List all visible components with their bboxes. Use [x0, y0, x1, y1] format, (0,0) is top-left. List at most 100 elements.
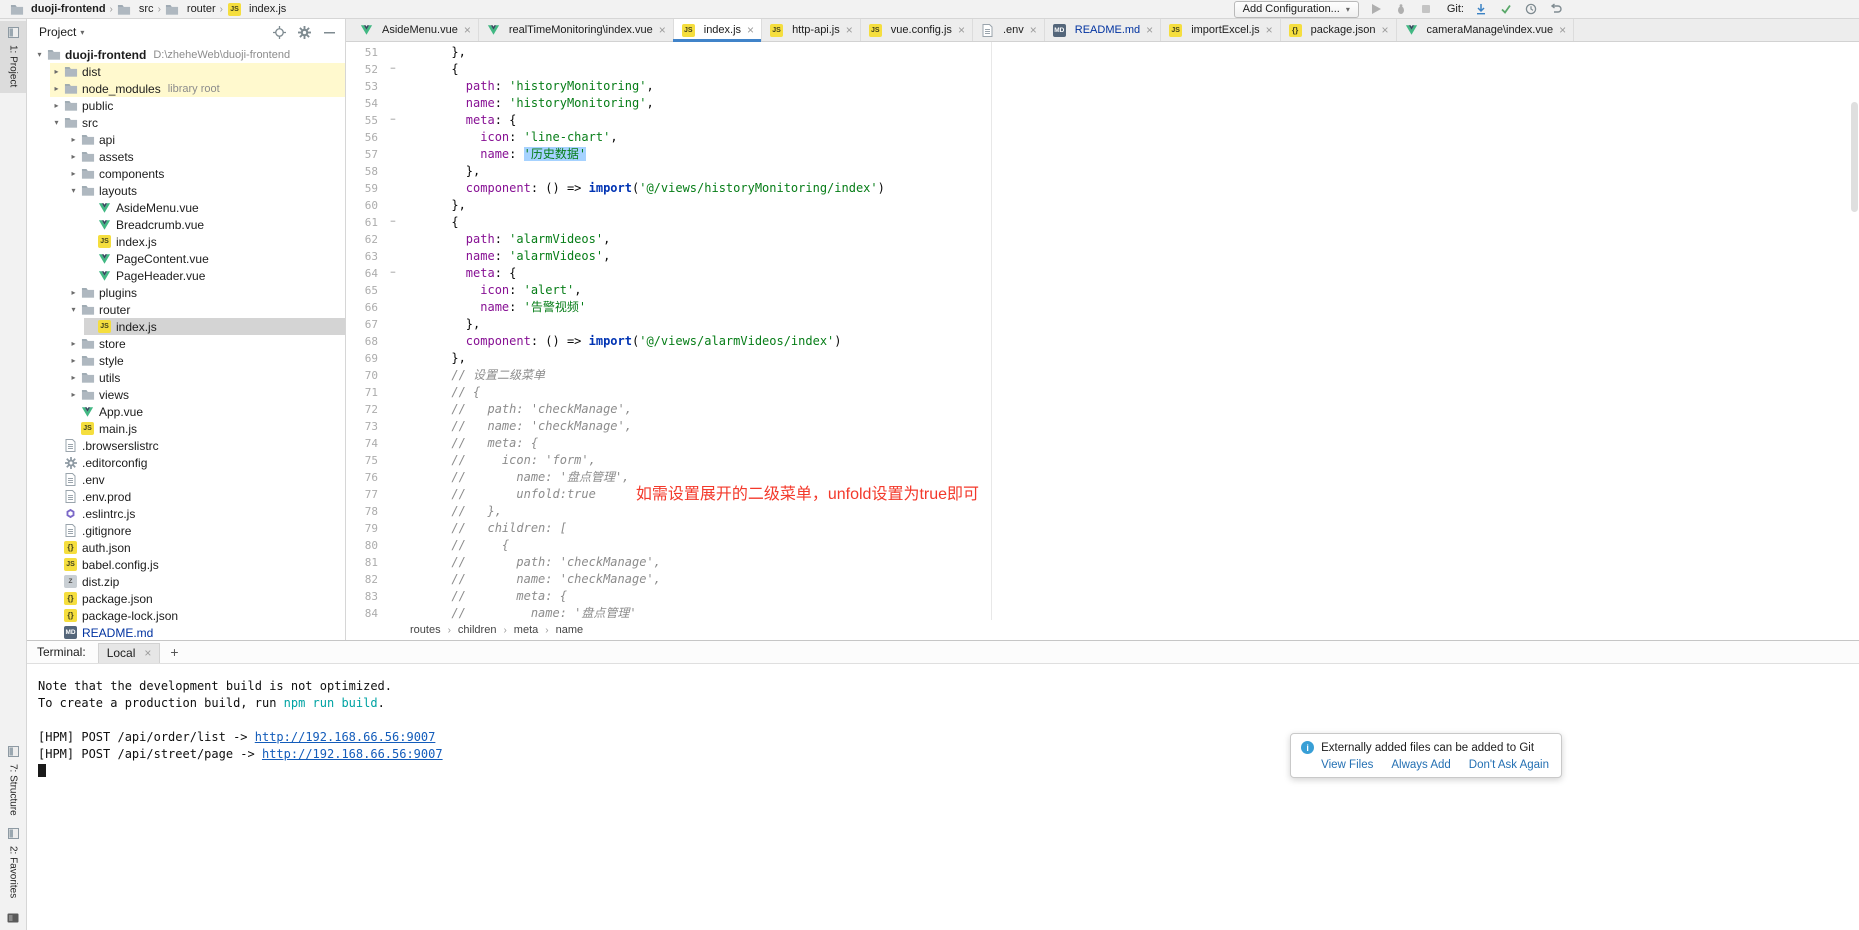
git-rollback-icon[interactable] — [1548, 1, 1564, 17]
editor-tab-realtimemonitoring-index-vue[interactable]: realTimeMonitoring\index.vue× — [479, 19, 674, 41]
tree-item-views[interactable]: ▸views — [27, 386, 345, 403]
chevron-right-icon[interactable]: ▸ — [67, 135, 80, 144]
editor-tab-asidemenu-vue[interactable]: AsideMenu.vue× — [352, 19, 479, 41]
tree-item-style[interactable]: ▸style — [27, 352, 345, 369]
git-update-icon[interactable] — [1473, 1, 1489, 17]
breadcrumb-item-index-js[interactable]: JSindex.js — [224, 2, 289, 16]
terminal-link[interactable]: http://192.168.66.56:9007 — [262, 747, 443, 761]
tree-item-babel-config-js[interactable]: JSbabel.config.js — [27, 556, 345, 573]
run-icon[interactable] — [1368, 1, 1384, 17]
tree-item-assets[interactable]: ▸assets — [27, 148, 345, 165]
notification-action-always-add[interactable]: Always Add — [1391, 759, 1450, 771]
chevron-down-icon[interactable]: ▾ — [67, 186, 80, 195]
tree-item-auth-json[interactable]: {}auth.json — [27, 539, 345, 556]
stop-icon[interactable] — [1418, 1, 1434, 17]
chevron-right-icon[interactable]: ▸ — [67, 390, 80, 399]
tree-item-index-js[interactable]: JSindex.js — [27, 233, 345, 250]
tree-item-pageheader-vue[interactable]: PageHeader.vue — [27, 267, 345, 284]
breadcrumb-item-meta[interactable]: meta — [514, 624, 538, 636]
tree-item-dist[interactable]: ▸dist — [27, 63, 345, 80]
chevron-right-icon[interactable]: ▸ — [50, 84, 63, 93]
tree-item-duoji-frontend[interactable]: ▾duoji-frontendD:\zheheWeb\duoji-fronten… — [27, 46, 345, 63]
hide-panel-icon[interactable] — [321, 24, 337, 40]
tree-item-index-js[interactable]: JSindex.js — [27, 318, 345, 335]
close-icon[interactable]: × — [846, 24, 853, 36]
editor-scrollbar[interactable] — [1851, 102, 1858, 212]
gear-icon[interactable] — [296, 24, 312, 40]
tree-item-eslintrc-js[interactable]: .eslintrc.js — [27, 505, 345, 522]
tree-item-env-prod[interactable]: .env.prod — [27, 488, 345, 505]
tree-item-main-js[interactable]: JSmain.js — [27, 420, 345, 437]
terminal-link[interactable]: http://192.168.66.56:9007 — [255, 730, 436, 744]
tree-item-plugins[interactable]: ▸plugins — [27, 284, 345, 301]
editor-tab-cameramanage-index-vue[interactable]: cameraManage\index.vue× — [1397, 19, 1575, 41]
tree-item-browserslistrc[interactable]: .browserslistrc — [27, 437, 345, 454]
editor-tab-vue-config-js[interactable]: JSvue.config.js× — [861, 19, 973, 41]
breadcrumb-item-router[interactable]: router — [162, 2, 219, 16]
fold-marker[interactable]: − — [378, 265, 408, 282]
tree-item-router[interactable]: ▾router — [27, 301, 345, 318]
chevron-right-icon[interactable]: ▸ — [50, 67, 63, 76]
tree-item-dist-zip[interactable]: Zdist.zip — [27, 573, 345, 590]
chevron-down-icon[interactable]: ▾ — [33, 50, 46, 59]
tree-item-editorconfig[interactable]: .editorconfig — [27, 454, 345, 471]
tree-item-public[interactable]: ▸public — [27, 97, 345, 114]
toolwindow-button-7-structure[interactable]: 7: Structure — [0, 740, 26, 822]
close-icon[interactable]: × — [747, 24, 754, 36]
breadcrumb-item-routes[interactable]: routes — [410, 624, 441, 636]
tree-item-package-lock-json[interactable]: {}package-lock.json — [27, 607, 345, 624]
tree-item-components[interactable]: ▸components — [27, 165, 345, 182]
add-configuration-button[interactable]: Add Configuration... ▾ — [1234, 1, 1359, 18]
chevron-right-icon[interactable]: ▸ — [67, 169, 80, 178]
chevron-down-icon[interactable]: ▾ — [80, 28, 84, 37]
tree-item-api[interactable]: ▸api — [27, 131, 345, 148]
notification-action-don-t-ask-again[interactable]: Don't Ask Again — [1469, 759, 1549, 771]
tree-item-gitignore[interactable]: .gitignore — [27, 522, 345, 539]
tree-item-app-vue[interactable]: App.vue — [27, 403, 345, 420]
tree-item-src[interactable]: ▾src — [27, 114, 345, 131]
close-icon[interactable]: × — [659, 24, 666, 36]
breadcrumb-item-duoji-frontend[interactable]: duoji-frontend — [6, 2, 109, 16]
toolwindow-switcher-icon[interactable] — [7, 912, 19, 926]
tree-item-readme-md[interactable]: MDREADME.md — [27, 624, 345, 640]
close-icon[interactable]: × — [1382, 24, 1389, 36]
tree-item-layouts[interactable]: ▾layouts — [27, 182, 345, 199]
tree-item-store[interactable]: ▸store — [27, 335, 345, 352]
editor-tab-readme-md[interactable]: MDREADME.md× — [1045, 19, 1161, 41]
terminal-tab-local[interactable]: Local × — [98, 643, 161, 663]
editor-tab-package-json[interactable]: {}package.json× — [1281, 19, 1397, 41]
git-commit-icon[interactable] — [1498, 1, 1514, 17]
chevron-right-icon[interactable]: ▸ — [67, 339, 80, 348]
editor-tab-importexcel-js[interactable]: JSimportExcel.js× — [1161, 19, 1280, 41]
tree-item-breadcrumb-vue[interactable]: Breadcrumb.vue — [27, 216, 345, 233]
chevron-down-icon[interactable]: ▾ — [50, 118, 63, 127]
editor-tab-index-js[interactable]: JSindex.js× — [674, 19, 762, 41]
chevron-right-icon[interactable]: ▸ — [67, 356, 80, 365]
tree-item-env[interactable]: .env — [27, 471, 345, 488]
tree-item-pagecontent-vue[interactable]: PageContent.vue — [27, 250, 345, 267]
close-icon[interactable]: × — [958, 24, 965, 36]
fold-marker[interactable]: − — [378, 214, 408, 231]
close-icon[interactable]: × — [1559, 24, 1566, 36]
close-icon[interactable]: × — [144, 647, 151, 659]
breadcrumb-item-name[interactable]: name — [556, 624, 584, 636]
project-panel-title[interactable]: Project — [39, 25, 76, 39]
chevron-down-icon[interactable]: ▾ — [67, 305, 80, 314]
toolwindow-button-2-favorites[interactable]: 2: Favorites — [0, 822, 26, 904]
editor-tab-env[interactable]: .env× — [973, 19, 1045, 41]
breadcrumb-item-children[interactable]: children — [458, 624, 497, 636]
tree-item-utils[interactable]: ▸utils — [27, 369, 345, 386]
new-terminal-button[interactable]: + — [170, 644, 178, 660]
git-history-icon[interactable] — [1523, 1, 1539, 17]
locate-file-icon[interactable] — [271, 24, 287, 40]
code-editor[interactable]: 51 },52− {53 path: 'historyMonitoring',5… — [346, 42, 1859, 620]
close-icon[interactable]: × — [1146, 24, 1153, 36]
tree-item-package-json[interactable]: {}package.json — [27, 590, 345, 607]
chevron-right-icon[interactable]: ▸ — [50, 101, 63, 110]
fold-marker[interactable]: − — [378, 112, 408, 129]
toolwindow-button-1-project[interactable]: 1: Project — [0, 21, 26, 93]
close-icon[interactable]: × — [1266, 24, 1273, 36]
close-icon[interactable]: × — [1030, 24, 1037, 36]
tree-item-asidemenu-vue[interactable]: AsideMenu.vue — [27, 199, 345, 216]
chevron-right-icon[interactable]: ▸ — [67, 288, 80, 297]
